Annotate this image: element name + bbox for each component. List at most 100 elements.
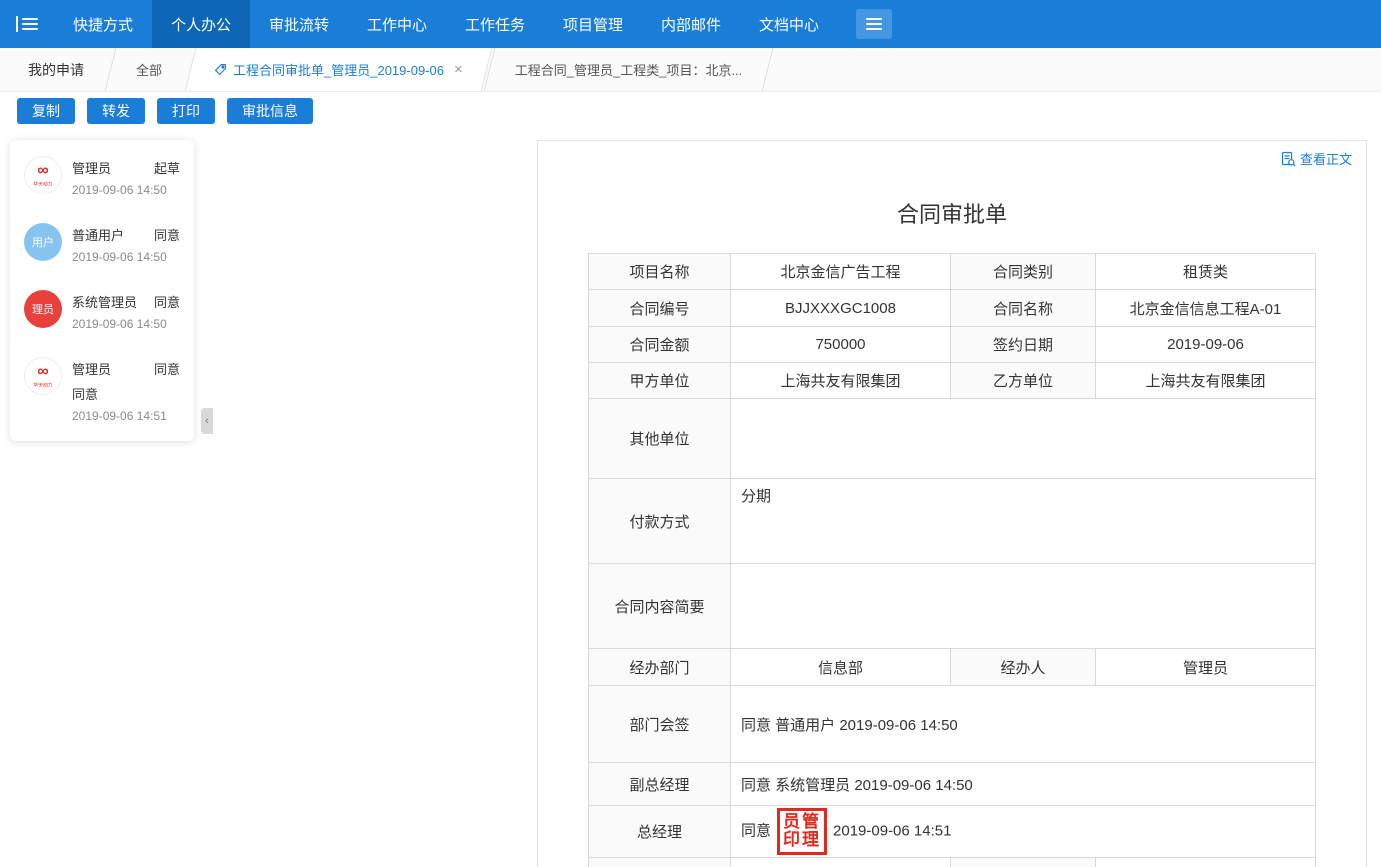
- timeline-entry[interactable]: ∞ 华天动力 管理员 同意 同意 2019-09-06 14:51: [24, 357, 180, 423]
- view-original-label: 查看正文: [1300, 149, 1352, 168]
- nav-item-internal-mail[interactable]: 内部邮件: [642, 0, 740, 48]
- approval-time: 2019-09-06 14:50: [72, 317, 180, 331]
- hamburger-icon: [866, 18, 882, 30]
- cell-value: 30: [1096, 857, 1316, 867]
- approver-name: 管理员: [72, 158, 111, 177]
- table-row: 合同金额 750000 签约日期 2019-09-06: [589, 327, 1316, 363]
- tab-label: 工程合同审批单_管理员_2019-09-06: [233, 60, 444, 79]
- cell-value: [731, 564, 1316, 649]
- cell-value: 上海共友有限集团: [1096, 363, 1316, 399]
- cell-label: 部门会签: [589, 686, 731, 763]
- table-row: 项目名称 北京金信广告工程 合同类别 租赁类: [589, 254, 1316, 290]
- nav-label: 内部邮件: [661, 14, 721, 35]
- nav-label: 个人办公: [171, 14, 231, 35]
- nav-item-document-center[interactable]: 文档中心: [740, 0, 838, 48]
- cell-value: 北京金信信息工程A-01: [1096, 290, 1316, 327]
- more-menus-icon[interactable]: [856, 9, 892, 39]
- cell-label: 合同名称: [951, 290, 1096, 327]
- stamp-line: 员管: [783, 813, 821, 831]
- company-logo-avatar: ∞ 华天动力: [24, 357, 62, 395]
- approval-timeline-panel: ∞ 华天动力 管理员 起草 2019-09-06 14:50 用户: [10, 140, 194, 441]
- nav-item-personal-office[interactable]: 个人办公: [152, 0, 250, 48]
- approver-name: 系统管理员: [72, 292, 137, 311]
- tab-all[interactable]: 全部: [110, 48, 188, 91]
- cell-label: 付款方式: [589, 479, 731, 564]
- nav-label: 工作中心: [367, 14, 427, 35]
- approval-time: 2019-09-06 14:51: [72, 409, 180, 423]
- cell-value: 管理员: [1096, 649, 1316, 686]
- approval-stamp: 员管印理: [777, 808, 827, 855]
- menu-icon-bar: [16, 16, 18, 32]
- approval-timeline-column: ∞ 华天动力 管理员 起草 2019-09-06 14:50 用户: [0, 130, 230, 441]
- top-nav: 快捷方式 个人办公 审批流转 工作中心 工作任务 项目管理 内部邮件 文档中心: [0, 0, 1381, 48]
- tab-contract-approval-form[interactable]: 工程合同审批单_管理员_2019-09-06 ×: [188, 48, 489, 91]
- table-row: 部门会签 同意 普通用户 2019-09-06 14:50: [589, 686, 1316, 763]
- approver-name: 管理员: [72, 359, 111, 378]
- nav-label: 工作任务: [465, 14, 525, 35]
- nav-label: 快捷方式: [73, 14, 133, 35]
- logo-symbol: ∞: [37, 364, 48, 380]
- nav-label: 项目管理: [563, 14, 623, 35]
- cell-value: BJJXXXGC1008: [731, 290, 951, 327]
- cell-label: 合同已付金额: [589, 857, 731, 867]
- timeline-entry[interactable]: ∞ 华天动力 管理员 起草 2019-09-06 14:50: [24, 156, 180, 197]
- cell-label: 乙方单位: [951, 363, 1096, 399]
- approval-action: 同意: [154, 292, 180, 311]
- cell-value: 300000: [731, 857, 951, 867]
- timeline-entry-body: 系统管理员 同意 2019-09-06 14:50: [72, 290, 180, 331]
- approval-prefix: 同意: [741, 822, 771, 839]
- cell-value: 租赁类: [1096, 254, 1316, 290]
- nav-item-approval-flow[interactable]: 审批流转: [250, 0, 348, 48]
- cell-label: 合同类别: [951, 254, 1096, 290]
- logo-brand-text: 华天动力: [33, 179, 52, 186]
- nav-item-shortcuts[interactable]: 快捷方式: [54, 0, 152, 48]
- timeline-entry-body: 管理员 同意 同意 2019-09-06 14:51: [72, 357, 180, 423]
- table-row: 其他单位: [589, 399, 1316, 479]
- cell-label: 其他单位: [589, 399, 731, 479]
- nav-item-project-management[interactable]: 项目管理: [544, 0, 642, 48]
- cell-value: 同意 系统管理员 2019-09-06 14:50: [731, 763, 1316, 806]
- content-area: ∞ 华天动力 管理员 起草 2019-09-06 14:50 用户: [0, 130, 1381, 861]
- approval-info-button[interactable]: 审批信息: [227, 98, 313, 124]
- collapse-sidebar-handle[interactable]: ‹: [201, 408, 213, 434]
- tab-bar: 我的申请 全部 工程合同审批单_管理员_2019-09-06 × 工程合同_管理…: [0, 48, 1381, 92]
- document-card: 查看正文 合同审批单 项目名称 北京金信广告工程 合同类别 租赁类 合同编号 B…: [537, 140, 1367, 867]
- user-avatar: 理员: [24, 290, 62, 328]
- cell-label: 副总经理: [589, 763, 731, 806]
- timeline-entry[interactable]: 理员 系统管理员 同意 2019-09-06 14:50: [24, 290, 180, 331]
- stamp-line: 印理: [783, 831, 821, 849]
- approval-comment: 同意: [72, 384, 180, 403]
- main-menu-icon[interactable]: [0, 0, 54, 48]
- copy-button[interactable]: 复制: [17, 98, 75, 124]
- print-button[interactable]: 打印: [157, 98, 215, 124]
- avatar-text: 用户: [32, 234, 54, 250]
- hamburger-icon: [22, 18, 38, 30]
- nav-item-work-tasks[interactable]: 工作任务: [446, 0, 544, 48]
- table-row: 甲方单位 上海共友有限集团 乙方单位 上海共友有限集团: [589, 363, 1316, 399]
- timeline-entry-body: 普通用户 同意 2019-09-06 14:50: [72, 223, 180, 264]
- cell-value: 2019-09-06: [1096, 327, 1316, 363]
- cell-value: 同意 普通用户 2019-09-06 14:50: [731, 686, 1316, 763]
- cell-value: [731, 399, 1316, 479]
- company-logo-avatar: ∞ 华天动力: [24, 156, 62, 194]
- forward-button[interactable]: 转发: [87, 98, 145, 124]
- timeline-entry[interactable]: 用户 普通用户 同意 2019-09-06 14:50: [24, 223, 180, 264]
- logo-symbol: ∞: [37, 163, 48, 179]
- tab-engineering-contract[interactable]: 工程合同_管理员_工程类_项目：北京...: [489, 48, 769, 91]
- cell-label: 经办人: [951, 649, 1096, 686]
- document-title: 合同审批单: [538, 197, 1366, 229]
- approval-time: 2019-09-06 14:50: [72, 183, 180, 197]
- nav-item-work-center[interactable]: 工作中心: [348, 0, 446, 48]
- logo-brand-text: 华天动力: [33, 380, 52, 387]
- approval-time: 2019-09-06 14:50: [72, 250, 180, 264]
- approval-action: 同意: [154, 359, 180, 378]
- view-original-link[interactable]: 查看正文: [1280, 149, 1352, 168]
- close-tab-icon[interactable]: ×: [454, 62, 463, 77]
- cell-value: 上海共友有限集团: [731, 363, 951, 399]
- timeline-entry-body: 管理员 起草 2019-09-06 14:50: [72, 156, 180, 197]
- approval-time: 2019-09-06 14:51: [833, 822, 951, 839]
- nav-label: 文档中心: [759, 14, 819, 35]
- nav-label: 审批流转: [269, 14, 329, 35]
- approval-table: 项目名称 北京金信广告工程 合同类别 租赁类 合同编号 BJJXXXGC1008…: [588, 253, 1316, 867]
- cell-value: 北京金信广告工程: [731, 254, 951, 290]
